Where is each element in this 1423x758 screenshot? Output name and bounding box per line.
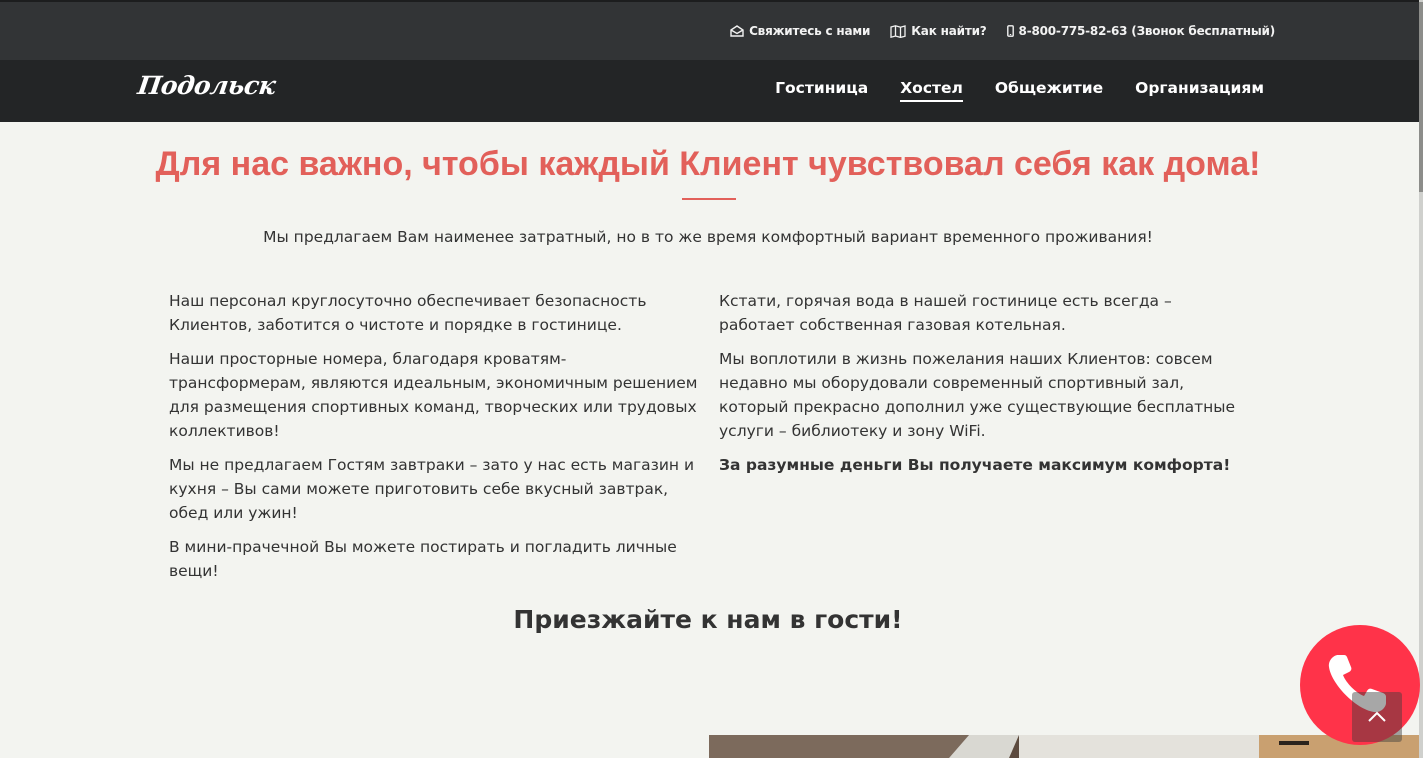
feature-highlight: За разумные деньги Вы получаете максимум… xyxy=(719,456,1231,474)
map-icon xyxy=(890,24,906,38)
features-left-column: Наш персонал круглосуточно обеспечивает … xyxy=(169,289,699,593)
top-info-bar: Свяжитесь с нами Как найти? 8-800-775-82… xyxy=(0,0,1419,60)
feature-paragraph: В мини-прачечной Вы можете постирать и п… xyxy=(169,538,677,580)
features-right-column: Кстати, горячая вода в нашей гостинице е… xyxy=(719,289,1249,487)
cta-heading: Приезжайте к нам в гости! xyxy=(513,605,903,634)
nav-item-hotel[interactable]: Гостиница xyxy=(775,79,868,102)
site-logo[interactable]: Подольск xyxy=(136,71,277,100)
intro-text: Мы предлагаем Вам наименее затратный, но… xyxy=(263,228,1153,246)
feature-paragraph: Мы воплотили в жизнь пожелания наших Кли… xyxy=(719,350,1236,440)
feature-paragraph: Наши просторные номера, благодаря кроват… xyxy=(169,350,698,440)
page-scrollbar[interactable] xyxy=(1419,0,1423,758)
nav-item-dormitory[interactable]: Общежитие xyxy=(995,79,1103,102)
nav-item-organizations[interactable]: Организациям xyxy=(1135,79,1264,102)
feature-paragraph: Мы не предлагаем Гостям завтраки – зато … xyxy=(169,456,695,522)
mobile-phone-icon xyxy=(1006,25,1014,37)
nav-item-hostel[interactable]: Хостел xyxy=(900,79,963,102)
feature-paragraph: Наш персонал круглосуточно обеспечивает … xyxy=(169,292,647,334)
main-navbar: Подольск Гостиница Хостел Общежитие Орга… xyxy=(0,60,1419,122)
contact-us-link[interactable]: Свяжитесь с нами xyxy=(730,24,870,38)
scroll-to-top-button[interactable] xyxy=(1352,692,1402,742)
chevron-up-icon xyxy=(1368,711,1386,722)
how-to-find-label: Как найти? xyxy=(911,24,987,38)
envelope-open-icon xyxy=(730,25,744,37)
how-to-find-link[interactable]: Как найти? xyxy=(890,24,987,38)
headline-divider xyxy=(682,198,736,200)
top-info-links: Свяжитесь с нами Как найти? 8-800-775-82… xyxy=(730,24,1275,38)
scrollbar-thumb[interactable] xyxy=(1419,2,1423,192)
feature-paragraph: Кстати, горячая вода в нашей гостинице е… xyxy=(719,292,1172,334)
hostel-photo xyxy=(709,735,1419,758)
phone-link[interactable]: 8-800-775-82-63 (Звонок бесплатный) xyxy=(1006,24,1276,38)
phone-label: 8-800-775-82-63 (Звонок бесплатный) xyxy=(1018,24,1276,38)
main-nav: Гостиница Хостел Общежитие Организациям xyxy=(775,79,1264,102)
page-headline: Для нас важно, чтобы каждый Клиент чувст… xyxy=(155,145,1261,183)
contact-us-label: Свяжитесь с нами xyxy=(749,24,871,38)
